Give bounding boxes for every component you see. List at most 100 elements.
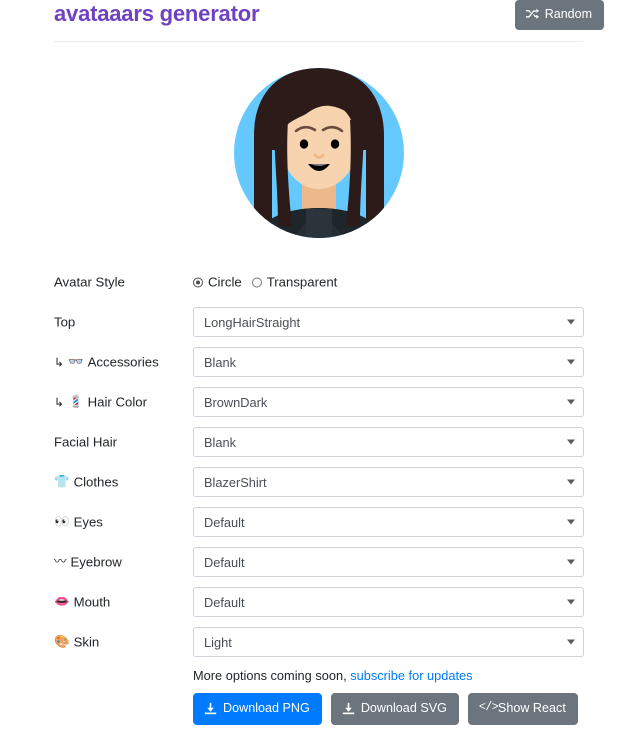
random-button[interactable]: Random [514, 0, 604, 30]
field-eyebrow: Default [193, 547, 584, 577]
label-accessories: ↳ 👓 Accessories [54, 355, 159, 370]
label-eyes: 👀 Eyes [54, 515, 103, 530]
label-top: Top [54, 315, 75, 330]
label-clothes: 👕 Clothes [54, 475, 118, 490]
chevron-down-icon [567, 479, 575, 485]
header-divider [54, 41, 583, 42]
select-eyebrow[interactable]: Default [193, 547, 584, 577]
select-top-value: LongHairStraight [204, 314, 301, 330]
label-accessories-text: Accessories [87, 354, 159, 370]
select-mouth[interactable]: Default [193, 587, 584, 617]
random-button-label: Random [544, 7, 592, 21]
select-eyebrow-value: Default [204, 554, 245, 570]
select-skin-value: Light [204, 634, 232, 650]
avatar-style-radios: Circle Transparent [193, 275, 584, 290]
radio-circle[interactable]: Circle [193, 275, 242, 290]
eyes-icon: 👀 [54, 514, 70, 529]
field-skin: Light [193, 627, 584, 657]
avatar-style-label: Avatar Style [54, 274, 125, 290]
indent-arrow-icon: ↳ [54, 395, 65, 409]
row-facial-hair: Facial Hair Blank [0, 422, 637, 462]
avataaars-generator-page: avataaars generator Random Avatar Style … [0, 0, 637, 733]
label-skin-text: Skin [73, 634, 100, 650]
avatar-svg [233, 68, 404, 238]
label-eyes-text: Eyes [73, 514, 103, 530]
label-skin: 🎨 Skin [54, 635, 99, 650]
download-png-label: Download PNG [223, 701, 310, 716]
label-eyebrow-text: Eyebrow [70, 554, 122, 570]
radio-circle-dot[interactable] [193, 277, 203, 287]
row-eyebrow: 〰 Eyebrow Default [0, 542, 637, 582]
chevron-down-icon [567, 639, 575, 645]
label-facial-hair-text: Facial Hair [54, 434, 118, 450]
row-avatar-style: Avatar Style Circle Transparent [0, 262, 637, 302]
download-svg-button[interactable]: Download SVG [330, 693, 459, 725]
chevron-down-icon [567, 559, 575, 565]
tshirt-icon: 👕 [54, 474, 70, 489]
more-options-text: More options coming soon, subscribe for … [193, 668, 613, 683]
row-accessories: ↳ 👓 Accessories Blank [0, 342, 637, 382]
select-hair-color-value: BrownDark [204, 394, 268, 410]
label-mouth: 👄 Mouth [54, 595, 110, 610]
page-title: avataaars generator [54, 1, 260, 26]
chevron-down-icon [567, 599, 575, 605]
show-react-label: Show React [497, 701, 566, 716]
row-eyes: 👀 Eyes Default [0, 502, 637, 542]
avatar-preview [0, 58, 637, 258]
row-top: Top LongHairStraight [0, 302, 637, 342]
options-form: Avatar Style Circle Transparent Top Long… [0, 262, 637, 662]
field-facial-hair: Blank [193, 427, 584, 457]
select-eyes[interactable]: Default [193, 507, 584, 537]
chevron-down-icon [567, 359, 575, 365]
select-accessories[interactable]: Blank [193, 347, 584, 377]
label-hair-color-text: Hair Color [87, 394, 147, 410]
row-skin: 🎨 Skin Light [0, 622, 637, 662]
label-hair-color: ↳ 💈 Hair Color [54, 395, 147, 410]
pocket-square [359, 229, 370, 236]
radio-circle-label: Circle [208, 274, 242, 290]
chevron-down-icon [567, 399, 575, 405]
field-accessories: Blank [193, 347, 584, 377]
page-header: avataaars generator Random [0, 0, 637, 46]
label-top-text: Top [54, 314, 76, 330]
chevron-down-icon [567, 439, 575, 445]
subscribe-link[interactable]: subscribe for updates [350, 668, 472, 683]
download-png-button[interactable]: Download PNG [193, 693, 322, 725]
glasses-icon: 👓 [68, 354, 84, 369]
field-hair-color: BrownDark [193, 387, 584, 417]
show-react-button[interactable]: </> Show React [467, 693, 578, 725]
eye-right [330, 139, 339, 149]
field-eyes: Default [193, 507, 584, 537]
download-icon [204, 702, 217, 715]
field-top: LongHairStraight [193, 307, 584, 337]
row-mouth: 👄 Mouth Default [0, 582, 637, 622]
download-svg-label: Download SVG [360, 701, 447, 716]
code-icon: </> [478, 701, 499, 714]
select-clothes-value: BlazerShirt [204, 474, 267, 490]
indent-arrow-icon: ↳ [54, 355, 65, 369]
select-facial-hair[interactable]: Blank [193, 427, 584, 457]
select-skin[interactable]: Light [193, 627, 584, 657]
select-eyes-value: Default [204, 514, 245, 530]
label-eyebrow: 〰 Eyebrow [54, 555, 122, 570]
radio-transparent[interactable]: Transparent [251, 274, 338, 290]
select-accessories-value: Blank [204, 354, 237, 370]
field-clothes: BlazerShirt [193, 467, 584, 497]
select-clothes[interactable]: BlazerShirt [193, 467, 584, 497]
field-mouth: Default [193, 587, 584, 617]
label-facial-hair: Facial Hair [54, 435, 117, 450]
label-mouth-text: Mouth [73, 594, 111, 610]
radio-transparent-label: Transparent [266, 274, 338, 290]
chevron-down-icon [567, 519, 575, 525]
more-options-label: More options coming soon, [193, 668, 351, 683]
radio-transparent-dot[interactable] [251, 277, 262, 287]
label-clothes-text: Clothes [73, 474, 119, 490]
select-hair-color[interactable]: BrownDark [193, 387, 584, 417]
avatar-style-field: Circle Transparent [193, 275, 584, 290]
select-top[interactable]: LongHairStraight [193, 307, 584, 337]
eyebrow-icon: 〰 [54, 554, 67, 569]
palette-icon: 🎨 [54, 634, 70, 649]
download-icon [342, 702, 355, 715]
action-buttons: Download PNG Download SVG </> Show React [193, 693, 613, 725]
shuffle-icon [525, 8, 539, 20]
